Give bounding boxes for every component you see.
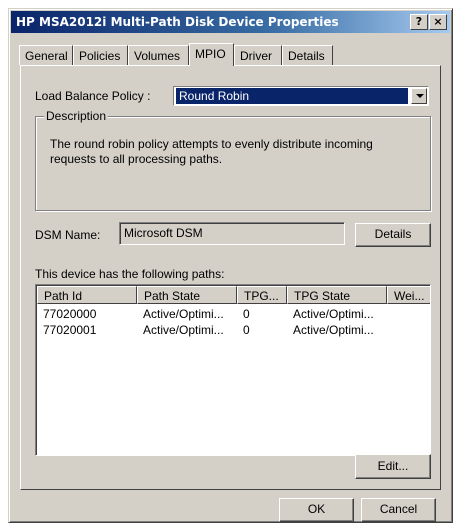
column-tpg-id[interactable]: TPG... <box>237 286 287 304</box>
row-tpg-id: 0 <box>243 307 250 321</box>
properties-dialog: HP MSA2012i Multi-Path Disk Device Prope… <box>8 8 453 523</box>
load-balance-label: Load Balance Policy : <box>35 89 151 103</box>
column-path-id[interactable]: Path Id <box>37 286 137 304</box>
dsm-name-label: DSM Name: <box>35 228 101 242</box>
table-row[interactable]: 77020000 Active/Optimi... 0 Active/Optim… <box>37 306 427 322</box>
paths-list[interactable]: Path Id Path State TPG... TPG State Wei.… <box>35 284 431 456</box>
details-button[interactable]: Details <box>355 223 431 247</box>
mpio-panel: Load Balance Policy : Round Robin Descri… <box>20 65 441 490</box>
edit-button[interactable]: Edit... <box>355 454 431 479</box>
row-path-id: 77020001 <box>43 323 97 337</box>
load-balance-value: Round Robin <box>176 88 408 104</box>
title-bar[interactable]: HP MSA2012i Multi-Path Disk Device Prope… <box>11 11 450 33</box>
row-tpg-state: Active/Optimi... <box>293 323 374 337</box>
row-tpg-state: Active/Optimi... <box>293 307 374 321</box>
ok-button[interactable]: OK <box>279 498 354 522</box>
description-text: The round robin policy attempts to evenl… <box>50 137 373 166</box>
row-tpg-id: 0 <box>243 323 250 337</box>
close-button[interactable]: × <box>429 14 447 30</box>
tab-policies[interactable]: Policies <box>73 45 128 65</box>
table-row[interactable]: 77020001 Active/Optimi... 0 Active/Optim… <box>37 322 427 338</box>
tab-details[interactable]: Details <box>282 45 333 65</box>
tab-general[interactable]: General <box>19 45 73 65</box>
cancel-button[interactable]: Cancel <box>361 498 436 522</box>
window-title: HP MSA2012i Multi-Path Disk Device Prope… <box>16 15 339 29</box>
description-group: Description The round robin policy attem… <box>35 109 431 211</box>
column-tpg-state[interactable]: TPG State <box>287 286 387 304</box>
tab-driver[interactable]: Driver <box>234 45 282 65</box>
help-button[interactable]: ? <box>410 14 428 30</box>
tab-mpio[interactable]: MPIO <box>189 43 234 66</box>
tab-volumes[interactable]: Volumes <box>128 45 189 65</box>
row-path-state: Active/Optimi... <box>143 323 224 337</box>
chevron-down-icon[interactable] <box>411 88 427 104</box>
paths-list-header: Path Id Path State TPG... TPG State Wei.… <box>37 286 430 304</box>
row-path-id: 77020000 <box>43 307 97 321</box>
row-path-state: Active/Optimi... <box>143 307 224 321</box>
dsm-name-field: Microsoft DSM <box>119 222 345 245</box>
description-legend: Description <box>44 109 109 123</box>
column-weight[interactable]: Wei... <box>387 286 430 304</box>
column-path-state[interactable]: Path State <box>137 286 237 304</box>
load-balance-select[interactable]: Round Robin <box>173 86 429 106</box>
paths-caption: This device has the following paths: <box>35 267 225 281</box>
